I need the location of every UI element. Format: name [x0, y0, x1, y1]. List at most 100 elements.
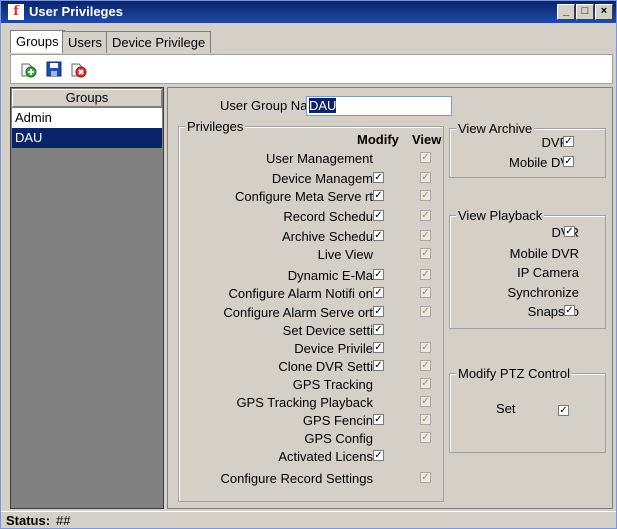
add-group-icon[interactable] — [19, 60, 37, 78]
user-group-name-input[interactable]: DAU — [306, 96, 452, 116]
modify-checkbox[interactable]: ✓ — [373, 414, 384, 425]
privilege-label: User Management — [266, 151, 373, 166]
view-checkbox[interactable]: ✓ — [420, 248, 431, 259]
modify-checkbox[interactable]: ✓ — [373, 324, 384, 335]
user-privileges-window: f User Privileges _ □ × Groups Users Dev… — [0, 0, 617, 529]
user-group-name-value: DAU — [309, 98, 337, 113]
privilege-label: Device Managem — [271, 171, 373, 186]
view-checkbox[interactable]: ✓ — [420, 432, 431, 443]
privilege-label: Set Device setti — [282, 323, 373, 338]
view-column-header: View — [412, 132, 442, 147]
modify-checkbox[interactable]: ✓ — [373, 360, 384, 371]
view-checkbox[interactable]: ✓ — [420, 190, 431, 201]
privilege-row: Configure Record Settings — [179, 471, 389, 487]
view-checkbox[interactable]: ✓ — [420, 342, 431, 353]
modify-checkbox[interactable]: ✓ — [373, 190, 384, 201]
privilege-row: Clone DVR Setti — [179, 359, 389, 375]
maximize-button[interactable]: □ — [576, 4, 594, 20]
privileges-title: Privileges — [185, 119, 246, 134]
view-playback-label: IP Camera — [517, 265, 579, 280]
privilege-label: Configure Alarm Notifi on — [228, 286, 373, 301]
privilege-label: Activated Licens — [278, 449, 373, 464]
view-checkbox[interactable]: ✓ — [420, 230, 431, 241]
privilege-label: Configure Record Settings — [220, 471, 373, 486]
modify-checkbox[interactable]: ✓ — [373, 450, 384, 461]
modify-checkbox[interactable]: ✓ — [373, 210, 384, 221]
privilege-label: Live View — [317, 247, 373, 262]
save-icon[interactable] — [45, 60, 63, 78]
group-item-dau[interactable]: DAU — [12, 128, 162, 148]
privilege-row: GPS Tracking Playback — [179, 395, 389, 411]
view-archive-title: View Archive — [456, 121, 535, 136]
privilege-row: Dynamic E-Ma — [179, 268, 389, 284]
modify-column-header: Modify — [357, 132, 399, 147]
view-checkbox[interactable]: ✓ — [420, 269, 431, 280]
ptz-set-label: Set — [496, 401, 516, 416]
view-archive-groupbox: View Archive DVR ✓ Mobile DV ✓ — [449, 121, 606, 178]
tab-groups[interactable]: Groups — [10, 30, 65, 53]
view-checkbox[interactable]: ✓ — [420, 396, 431, 407]
groups-header[interactable]: Groups — [12, 89, 162, 107]
tab-users[interactable]: Users — [62, 31, 108, 53]
privilege-row: Activated Licens — [179, 449, 389, 465]
tab-device-privilege[interactable]: Device Privilege — [106, 31, 212, 53]
privilege-label: Archive Schedu — [281, 229, 373, 244]
view-checkbox[interactable]: ✓ — [420, 306, 431, 317]
view-playback-checkbox[interactable]: ✓ — [564, 305, 575, 316]
delete-group-icon[interactable] — [69, 60, 87, 78]
privilege-row: Device Privile — [179, 341, 389, 357]
modify-checkbox[interactable]: ✓ — [373, 172, 384, 183]
view-checkbox[interactable]: ✓ — [420, 152, 431, 163]
view-checkbox[interactable]: ✓ — [420, 360, 431, 371]
view-playback-title: View Playback — [456, 208, 545, 223]
privilege-row: Live View — [179, 247, 389, 263]
privilege-label: Configure Meta Serve rt — [234, 189, 373, 204]
view-checkbox[interactable]: ✓ — [420, 414, 431, 425]
modify-checkbox[interactable]: ✓ — [373, 306, 384, 317]
view-checkbox[interactable]: ✓ — [420, 210, 431, 221]
privilege-row: Configure Meta Serve rt — [179, 189, 389, 205]
privilege-row: Configure Alarm Notifi on — [179, 286, 389, 302]
view-playback-checkbox[interactable]: ✓ — [564, 226, 575, 237]
view-archive-label: Mobile DV — [509, 155, 569, 170]
view-playback-groupbox: View Playback DVR✓Mobile DVRIP CameraSyn… — [449, 208, 606, 329]
ptz-set-checkbox[interactable]: ✓ — [558, 405, 569, 416]
view-checkbox[interactable]: ✓ — [420, 287, 431, 298]
privilege-label: Configure Alarm Serve ort — [223, 305, 373, 320]
privilege-row: Record Schedu — [179, 209, 389, 225]
privilege-label: GPS Tracking — [292, 377, 373, 392]
privilege-label: Dynamic E-Ma — [287, 268, 373, 283]
minimize-button[interactable]: _ — [557, 4, 575, 20]
status-bar: Status: ## — [1, 511, 616, 529]
modify-checkbox[interactable]: ✓ — [373, 287, 384, 298]
privilege-row: Archive Schedu — [179, 229, 389, 245]
modify-checkbox[interactable]: ✓ — [373, 269, 384, 280]
view-checkbox[interactable]: ✓ — [420, 472, 431, 483]
privilege-row: GPS Tracking — [179, 377, 389, 393]
privilege-row: GPS Config — [179, 431, 389, 447]
group-settings-panel: User Group Na DAU Privileges Modify View… — [167, 87, 613, 509]
groups-list: Groups Admin DAU — [10, 87, 164, 509]
title-bar[interactable]: f User Privileges _ □ × — [1, 1, 616, 23]
privilege-row: User Management — [179, 151, 389, 167]
modify-checkbox[interactable]: ✓ — [373, 342, 384, 353]
app-logo-icon: f — [8, 4, 24, 20]
privilege-row: Configure Alarm Serve ort — [179, 305, 389, 321]
view-archive-checkbox[interactable]: ✓ — [563, 156, 574, 167]
privileges-groupbox: Privileges Modify View User Management ✓ D… — [178, 119, 444, 502]
privilege-label: GPS Tracking Playback — [236, 395, 373, 410]
privilege-row: Set Device setti — [179, 323, 389, 339]
group-item-admin[interactable]: Admin — [12, 108, 162, 128]
user-group-name-label: User Group Na — [220, 98, 308, 113]
privilege-row: Device Managem — [179, 171, 389, 187]
close-button[interactable]: × — [595, 4, 613, 20]
window-title: User Privileges — [29, 4, 123, 19]
status-label: Status: — [6, 513, 51, 528]
view-checkbox[interactable]: ✓ — [420, 378, 431, 389]
toolbar — [10, 54, 613, 84]
modify-checkbox[interactable]: ✓ — [373, 230, 384, 241]
privilege-label: GPS Fencin — [302, 413, 373, 428]
view-playback-label: Synchronize — [507, 285, 579, 300]
view-checkbox[interactable]: ✓ — [420, 172, 431, 183]
view-archive-checkbox[interactable]: ✓ — [563, 136, 574, 147]
